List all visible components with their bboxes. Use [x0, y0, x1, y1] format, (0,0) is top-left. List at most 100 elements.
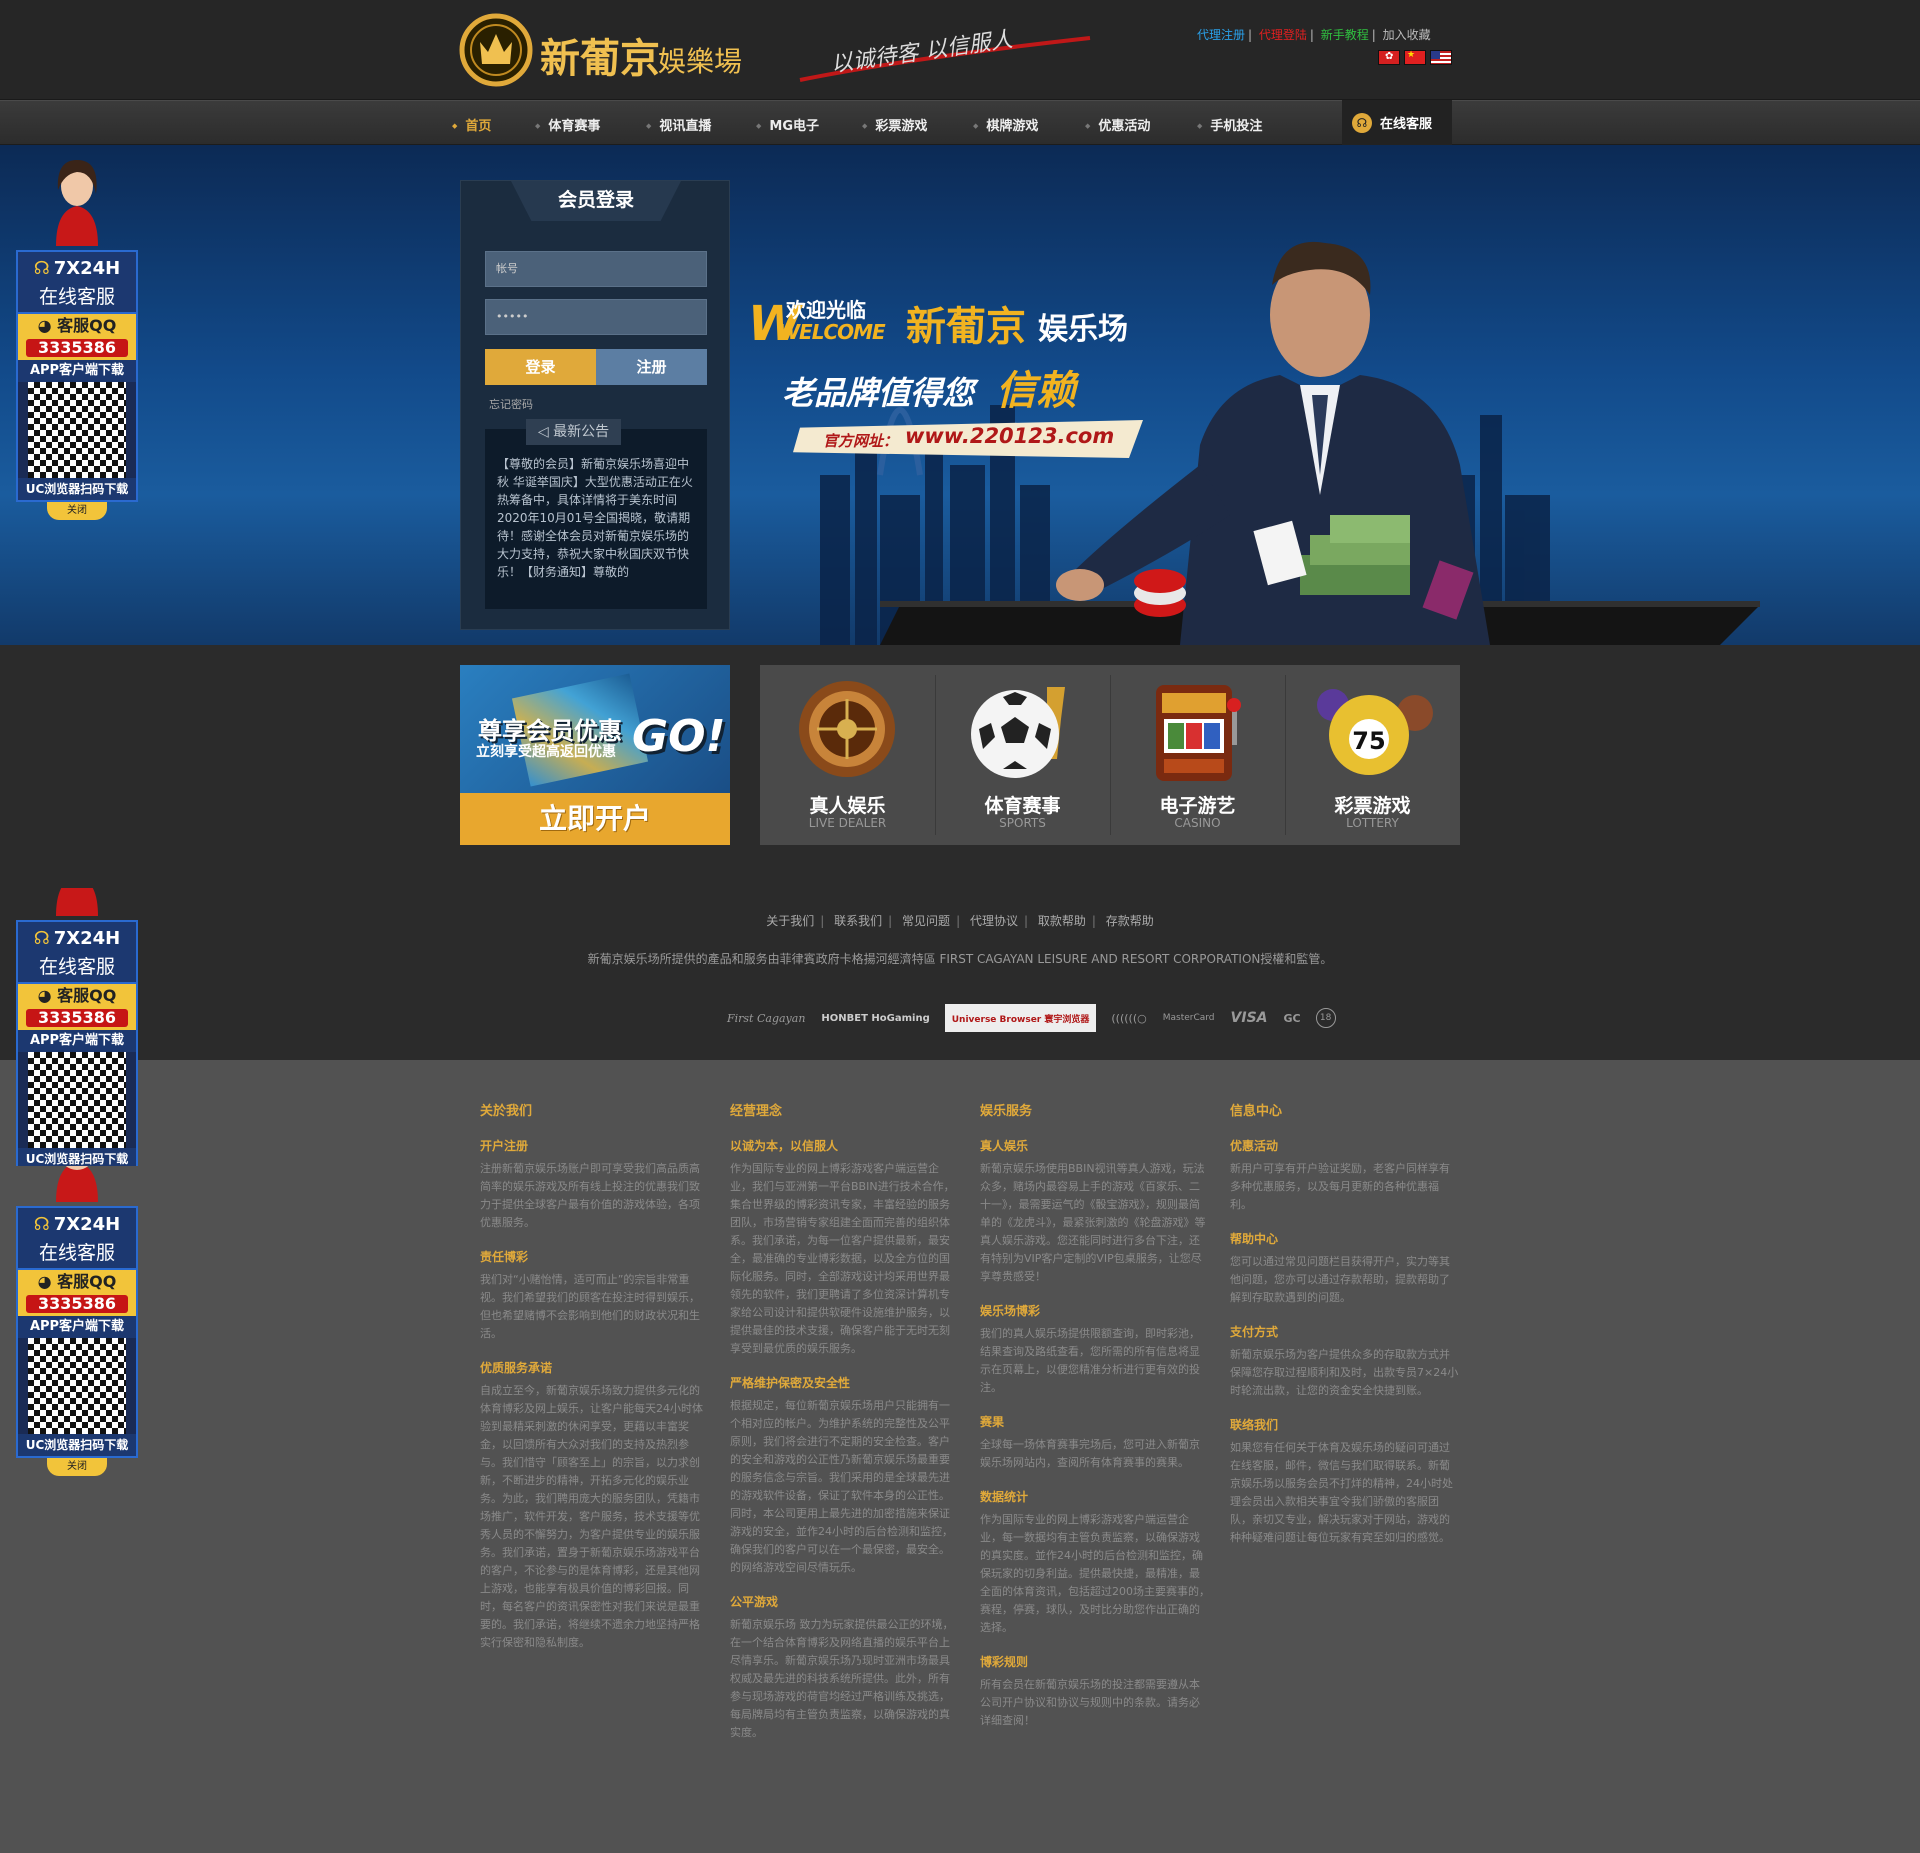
- game-live-dealer[interactable]: 真人娱乐 LIVE DEALER: [760, 665, 935, 845]
- login-button[interactable]: 登录: [485, 349, 596, 385]
- first-cagayan-logo: First Cagayan: [727, 1011, 806, 1025]
- universe-browser-logo: Universe Browser 寰宇浏览器: [944, 1004, 1097, 1032]
- footer-column-title: 信息中心: [1230, 1104, 1283, 1119]
- footer-link-faq[interactable]: 常见问题: [902, 914, 950, 928]
- nav-mobile-betting[interactable]: 手机投注: [1197, 115, 1262, 134]
- hong-kong-flag-icon[interactable]: ✿: [1378, 50, 1400, 65]
- nav-mg-electronic[interactable]: MG电子: [756, 115, 819, 134]
- service-hours: 7X24H: [53, 257, 121, 279]
- footer-section-text: 新葡京娱乐场 致力为玩家提供最公正的环境，在一个结合体育博彩及网络直播的娱乐平台…: [730, 1618, 954, 1739]
- register-button[interactable]: 注册: [596, 349, 707, 385]
- nav-sports[interactable]: 体育赛事: [535, 115, 600, 134]
- qq-number: 3335386: [26, 1295, 128, 1313]
- footer-section-title[interactable]: 真人娱乐: [980, 1137, 1210, 1154]
- footer-link-contact[interactable]: 联系我们: [834, 914, 882, 928]
- uc-scan-label: UC浏览器扫码下载: [18, 478, 136, 500]
- footer-link-deposit-help[interactable]: 存款帮助: [1106, 914, 1154, 928]
- slot-machine-icon: [1156, 685, 1241, 781]
- footer-link-withdraw-help[interactable]: 取款帮助: [1038, 914, 1086, 928]
- logo-text: 新葡京: [540, 35, 660, 82]
- footer-link-about[interactable]: 关于我们: [766, 914, 814, 928]
- footer-section-title[interactable]: 帮助中心: [1230, 1230, 1460, 1247]
- tagline-a: 老品牌值得您: [782, 374, 975, 412]
- china-flag-icon[interactable]: ★: [1404, 50, 1426, 65]
- footer-section-title[interactable]: 支付方式: [1230, 1323, 1460, 1340]
- app-download-label: APP客户端下载: [18, 1316, 136, 1338]
- service-hours: 7X24H: [53, 1213, 121, 1235]
- service-label[interactable]: 在线客服: [18, 954, 136, 984]
- footer-link-agent-agreement[interactable]: 代理协议: [970, 914, 1018, 928]
- bookmark-link[interactable]: 加入收藏: [1383, 28, 1431, 42]
- open-account-button[interactable]: 立即开户: [460, 793, 730, 845]
- password-input[interactable]: •••••: [485, 299, 707, 335]
- notice-title: ◁ 最新公告: [526, 419, 621, 445]
- game-subtitle: CASINO: [1174, 816, 1221, 830]
- nav-live-video[interactable]: 视讯直播: [646, 115, 711, 134]
- game-title: 彩票游戏: [1334, 795, 1411, 817]
- footer-section-title[interactable]: 以诚为本，以信服人: [730, 1137, 960, 1154]
- speaker-icon: ◁: [537, 424, 554, 440]
- floating-service-ad: ☊ 7X24H 在线客服 ◕ 客服QQ 3335386 APP客户端下载 UC浏览…: [16, 150, 138, 520]
- footer-section-text: 新葡京娱乐场为客户提供众多的存取款方式并保障您存取过程顺利和及时，出款专员7×2…: [1230, 1348, 1459, 1397]
- game-sports[interactable]: 体育赛事 SPORTS: [935, 665, 1110, 845]
- service-label[interactable]: 在线客服: [18, 284, 136, 314]
- nav-lottery[interactable]: 彩票游戏: [862, 115, 927, 134]
- footer-section-text: 您可以通过常见问题栏目获得开户，实力等其他问题，您亦可以通过存款帮助，提款帮助了…: [1230, 1255, 1450, 1304]
- footer-section-title[interactable]: 数据统计: [980, 1488, 1210, 1505]
- promo-banner[interactable]: 尊享会员优惠 立刻享受超高返回优惠 GO! 立即开户: [460, 665, 730, 845]
- footer-column-info: 信息中心 优惠活动 新用户可享有开户验证奖励，老客户同样享有多种优惠服务，以及每…: [1230, 1100, 1460, 1563]
- service-label[interactable]: 在线客服: [18, 1240, 136, 1270]
- qq-label: 客服QQ: [57, 1272, 117, 1291]
- footer-section-title[interactable]: 公平游戏: [730, 1593, 960, 1610]
- welcome-cn: 欢迎光临: [786, 298, 866, 322]
- footer-section-title[interactable]: 博彩规则: [980, 1653, 1210, 1670]
- game-subtitle: SPORTS: [999, 816, 1046, 830]
- agent-login-link[interactable]: 代理登陆: [1259, 28, 1307, 42]
- footer-section-text: 作为国际专业的网上博彩游戏客户端运营企业，我们与亚洲第一平台BBIN进行技术合作…: [730, 1162, 955, 1355]
- lottery-ball-number: 75: [1352, 727, 1385, 755]
- site-label: 官方网址：: [823, 432, 899, 450]
- service-hours: 7X24H: [53, 927, 121, 949]
- footer-section-title[interactable]: 责任博彩: [480, 1248, 710, 1265]
- agent-register-link[interactable]: 代理注册: [1197, 28, 1245, 42]
- qq-number: 3335386: [26, 339, 128, 357]
- site-logo[interactable]: 新葡京 娛樂場: [458, 12, 758, 90]
- game-casino[interactable]: 电子游艺 CASINO: [1110, 665, 1285, 845]
- footer-section-title[interactable]: 优惠活动: [1230, 1137, 1460, 1154]
- close-ad-button[interactable]: 关闭: [47, 1458, 107, 1476]
- notice-text: 【尊敬的会员】新葡京娱乐场喜迎中秋 华诞举国庆】大型优惠活动正在火热筹备中，具体…: [497, 457, 693, 579]
- partner-logos: First Cagayan HONBET HoGaming Universe B…: [726, 1004, 1336, 1032]
- nav-promotions[interactable]: 优惠活动: [1085, 115, 1150, 134]
- qq-penguin-icon: ◕: [37, 1272, 58, 1291]
- footer-section-text: 全球每一场体育赛事完场后，您可进入新葡京娱乐场网站内，查阅所有体育赛事的赛果。: [980, 1438, 1200, 1469]
- footer-section-text: 我们的真人娱乐场提供限额查询，即时彩池，结果查询及路纸查看，您所需的所有信息将显…: [980, 1327, 1200, 1394]
- usa-flag-icon[interactable]: [1430, 50, 1452, 65]
- tutorial-link[interactable]: 新手教程: [1321, 28, 1369, 42]
- footer-section-title[interactable]: 赛果: [980, 1413, 1210, 1430]
- footer-section-text: 新用户可享有开户验证奖励，老客户同样享有多种优惠服务，以及每月更新的各种优惠福利…: [1230, 1162, 1450, 1211]
- game-lottery[interactable]: 75 彩票游戏 LOTTERY: [1285, 665, 1460, 845]
- game-subtitle: LOTTERY: [1346, 816, 1399, 830]
- footer-section-title[interactable]: 严格维护保密及安全性: [730, 1374, 960, 1391]
- nav-card-games[interactable]: 棋牌游戏: [973, 115, 1038, 134]
- close-ad-button[interactable]: 关闭: [47, 502, 107, 520]
- footer-section-title[interactable]: 娱乐场博彩: [980, 1302, 1210, 1319]
- hostess-image: [56, 160, 98, 246]
- footer-section-title[interactable]: 联络我们: [1230, 1416, 1460, 1433]
- poker-chips-icon: [1134, 569, 1186, 617]
- footer-section-title[interactable]: 开户注册: [480, 1137, 710, 1154]
- floating-service-ad: ☊ 7X24H 在线客服 ◕ 客服QQ 3335386 APP客户端下载 UC浏览…: [16, 1142, 138, 1476]
- account-input[interactable]: 帐号: [485, 251, 707, 287]
- banner-brand: 新葡京: [906, 304, 1026, 350]
- qq-penguin-icon: ◕: [37, 316, 58, 335]
- app-download-label: APP客户端下载: [18, 360, 136, 382]
- headset-icon: ☊: [33, 1213, 50, 1235]
- footer-section-title[interactable]: 优质服务承诺: [480, 1359, 710, 1376]
- footer-section-text: 如果您有任何关于体育及娱乐场的疑问可通过在线客服，邮件，微信与我们取得联系。新葡…: [1230, 1441, 1453, 1544]
- nav-home[interactable]: 首页: [452, 115, 491, 134]
- forgot-password-link[interactable]: 忘记密码: [489, 396, 533, 412]
- online-service-button[interactable]: ☊ 在线客服: [1342, 100, 1452, 145]
- lottery-ball-icon: 75: [1317, 689, 1433, 775]
- footer-section-text: 作为国际专业的网上博彩游戏客户端运营企业，每一数据均有主管负责监察，以确保游戏的…: [980, 1513, 1210, 1634]
- footer-section-text: 自成立至今，新葡京娱乐场致力提供多元化的体育博彩及网上娱乐，让客户能每天24小时…: [480, 1384, 703, 1649]
